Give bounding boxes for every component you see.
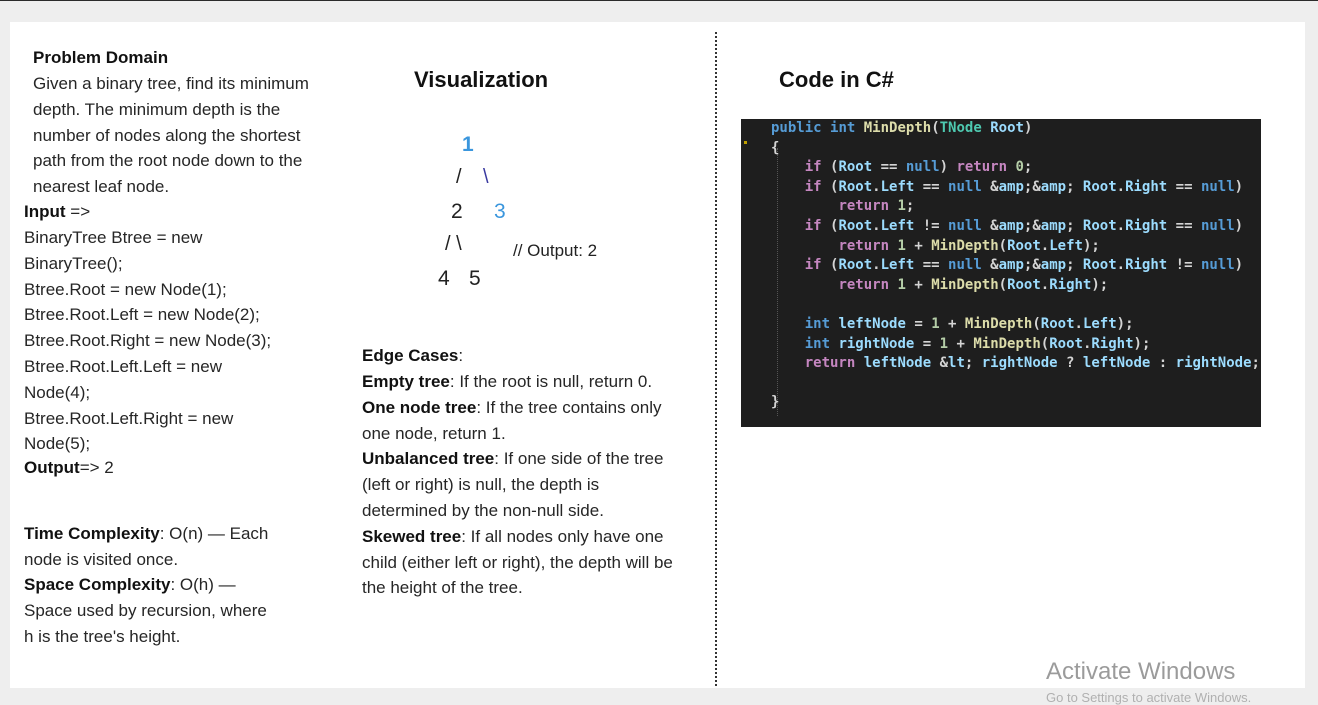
input-label-row: Input => (24, 202, 91, 221)
tree-edge-left-1: / (456, 166, 462, 188)
input-line: Btree.Root.Left.Right = new (24, 408, 234, 428)
edge-case-item: One node tree: If the tree contains only (362, 397, 662, 417)
input-line: Node(4); (24, 382, 91, 402)
edge-case-line: child (either left or right), the depth … (362, 552, 673, 572)
edge-case-line: determined by the non-null side. (362, 501, 604, 520)
time-complexity-line2: node is visited once. (24, 550, 179, 569)
problem-domain-title: Problem Domain (33, 48, 169, 67)
input-line: Btree.Root.Left = new Node(2); (24, 305, 260, 325)
edge-case-item: Empty tree: If the root is null, return … (362, 372, 653, 391)
edge-case-label: Empty tree (362, 372, 450, 391)
code-block: public int MinDepth(TNode Root) { if (Ro… (771, 120, 1260, 411)
top-border (0, 0, 1318, 1)
edge-case-item: Unbalanced tree: If one side of the tree (362, 449, 664, 469)
tree-node-2: 2 (451, 200, 463, 223)
gutter-marker (744, 141, 747, 144)
input-line: Btree.Root.Right = new Node(3); (24, 331, 272, 351)
edge-case-line: the height of the tree. (362, 578, 523, 598)
output-row: Output=> 2 (24, 458, 114, 477)
edge-case-label: One node tree (362, 397, 477, 417)
space-complexity-line2: Space used by recursion, where (24, 601, 267, 620)
edge-case-item: Skewed tree: If all nodes only have one (362, 526, 664, 546)
edge-cases-title: Edge Cases: (362, 346, 464, 365)
input-line: Node(5); (24, 434, 91, 454)
tree-edge-right-1: \ (483, 166, 489, 188)
input-line: BinaryTree Btree = new (24, 228, 203, 247)
space-complexity-row: Space Complexity: O(h) — (24, 575, 236, 594)
problem-line: path from the root node down to the (33, 151, 303, 171)
tree-edges-2: / \ (445, 233, 462, 255)
activate-windows-title: Activate Windows (1046, 658, 1236, 685)
input-line: BinaryTree(); (24, 253, 123, 273)
edge-case-label: Skewed tree (362, 526, 462, 546)
input-line: Btree.Root.Left.Left = new (24, 357, 222, 376)
tree-node-1: 1 (462, 133, 474, 156)
output-comment: // Output: 2 (513, 241, 598, 260)
problem-line: depth. The minimum depth is the (33, 99, 281, 119)
time-complexity-row: Time Complexity: O(n) — Each (24, 524, 269, 543)
edge-case-line: (left or right) is null, the depth is (362, 475, 600, 495)
edge-case-label: Unbalanced tree (362, 449, 495, 469)
space-complexity-line3: h is the tree's height. (24, 627, 181, 646)
tree-node-5: 5 (469, 267, 481, 290)
input-line: Btree.Root = new Node(1); (24, 279, 227, 299)
column-divider (715, 32, 717, 686)
tree-node-4: 4 (438, 267, 450, 290)
edge-case-line: one node, return 1. (362, 423, 506, 443)
code-screenshot: public int MinDepth(TNode Root) { if (Ro… (741, 119, 1261, 427)
visualization-title: Visualization (414, 67, 549, 92)
code-title: Code in C# (779, 67, 894, 92)
problem-line: number of nodes along the shortest (33, 125, 301, 145)
tree-node-3: 3 (494, 200, 506, 223)
problem-line: Given a binary tree, find its minimum (33, 74, 309, 93)
problem-line: nearest leaf node. (33, 177, 170, 197)
